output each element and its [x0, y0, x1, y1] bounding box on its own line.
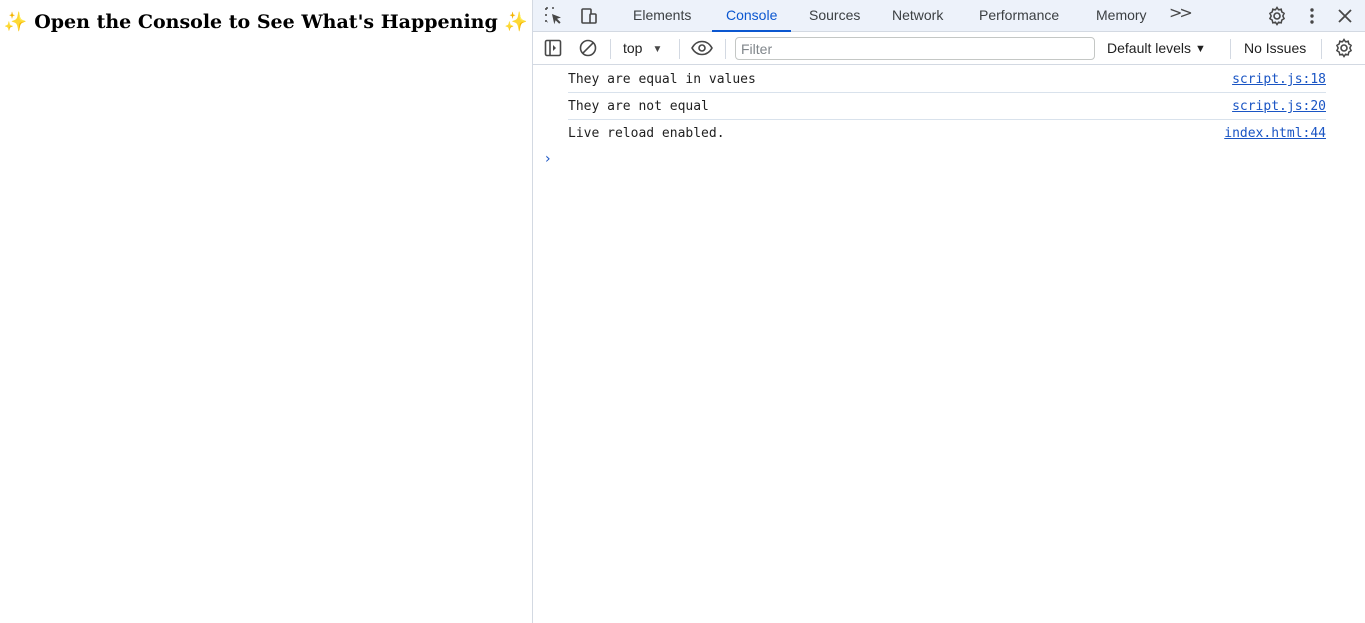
inspect-element-icon[interactable] — [542, 4, 566, 28]
device-toolbar-icon[interactable] — [577, 4, 601, 28]
console-message-text: They are not equal — [568, 99, 709, 114]
toolbar-divider — [1230, 39, 1231, 59]
context-selector-label: top — [623, 40, 643, 56]
more-tabs-chevron-icon[interactable]: >> — [1169, 3, 1193, 22]
console-message-source-link[interactable]: script.js:20 — [1232, 99, 1326, 114]
tab-elements[interactable]: Elements — [619, 0, 705, 32]
tab-console[interactable]: Console — [712, 0, 792, 32]
tab-network[interactable]: Network — [878, 0, 957, 32]
log-levels-dropdown[interactable]: Default levels ▼ — [1107, 32, 1206, 65]
devtools-panel: Elements Console Sources Network Perform… — [532, 0, 1365, 623]
eye-icon[interactable] — [690, 36, 714, 60]
toolbar-divider — [679, 39, 680, 59]
gear-icon[interactable] — [1265, 4, 1289, 28]
tab-performance[interactable]: Performance — [965, 0, 1073, 32]
console-prompt-chevron-icon[interactable]: › — [545, 151, 551, 167]
tab-memory[interactable]: Memory — [1082, 0, 1161, 32]
page-viewport: ✨ Open the Console to See What's Happeni… — [0, 0, 532, 623]
page-heading: ✨ Open the Console to See What's Happeni… — [0, 10, 532, 33]
console-message-text: They are equal in values — [568, 72, 756, 87]
sidebar-toggle-icon[interactable] — [541, 36, 565, 60]
close-icon[interactable] — [1333, 4, 1357, 28]
toolbar-divider — [610, 39, 611, 59]
filter-input[interactable] — [735, 37, 1095, 60]
toolbar-divider — [1321, 39, 1322, 59]
sparkle-icon: ✨ — [3, 11, 28, 33]
clear-console-icon[interactable] — [576, 36, 600, 60]
tab-sources[interactable]: Sources — [795, 0, 874, 32]
caret-down-icon: ▼ — [1195, 43, 1206, 55]
console-message: They are not equal script.js:20 — [568, 93, 1326, 120]
console-settings-gear-icon[interactable] — [1332, 36, 1356, 60]
console-message: Live reload enabled. index.html:44 — [568, 120, 1326, 147]
console-message-text: Live reload enabled. — [568, 126, 725, 141]
kebab-menu-icon[interactable] — [1300, 4, 1324, 28]
context-selector[interactable]: top ▼ — [623, 32, 662, 65]
console-toolbar: top▼ Default levels▼ No Issues — [533, 32, 1365, 65]
console-message-source-link[interactable]: script.js:18 — [1232, 72, 1326, 87]
issues-counter[interactable]: No Issues — [1244, 32, 1306, 65]
console-messages: They are equal in values script.js:18 Th… — [533, 66, 1365, 147]
console-message: They are equal in values script.js:18 — [568, 66, 1326, 93]
devtools-tabbar: Elements Console Sources Network Perform… — [533, 0, 1365, 32]
caret-down-icon: ▼ — [652, 44, 663, 55]
log-levels-label: Default levels — [1107, 40, 1192, 56]
page-heading-text: Open the Console to See What's Happening — [34, 11, 498, 33]
console-message-source-link[interactable]: index.html:44 — [1224, 126, 1326, 141]
sparkle-icon: ✨ — [504, 11, 529, 33]
toolbar-divider — [725, 39, 726, 59]
